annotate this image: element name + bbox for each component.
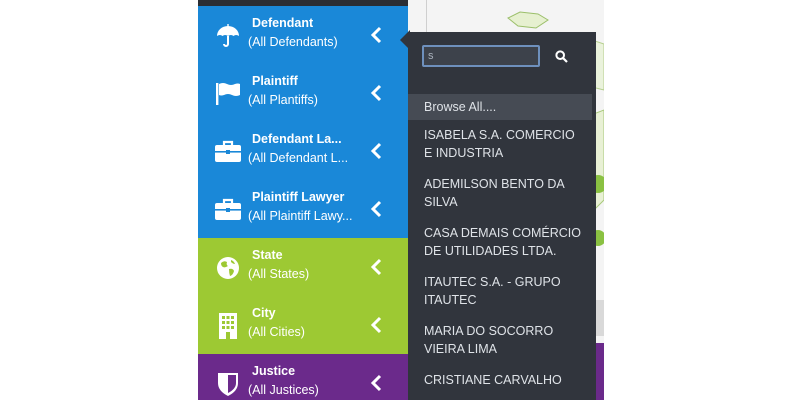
filter-justice-label: Justice [252, 364, 296, 378]
browse-all-item[interactable]: Browse All.... [408, 94, 592, 120]
filter-plaintiff[interactable]: Plaintiff (All Plantiffs) [198, 64, 408, 122]
filter-sidebar: Defendant (All Defendants) Plaintiff (Al… [198, 0, 408, 400]
filter-justice[interactable]: Justice (All Justices) [198, 354, 408, 400]
chevron-left-icon[interactable] [368, 257, 384, 277]
defendant-dropdown: Browse All.... ISABELA S.A. COMERCIO E I… [408, 32, 596, 400]
filter-justice-value: (All Justices) [248, 383, 319, 397]
filter-defendant-lawyer-value: (All Defendant L... [248, 151, 349, 165]
filter-defendant[interactable]: Defendant (All Defendants) [198, 6, 408, 64]
list-item[interactable]: ADEMILSON BENTO DA SILVA [408, 169, 592, 218]
dropdown-list: Browse All.... ISABELA S.A. COMERCIO E I… [408, 94, 592, 400]
chevron-left-icon[interactable] [368, 373, 384, 393]
filter-plaintiff-lawyer[interactable]: Plaintiff Lawyer (All Plaintiff Lawy... [198, 180, 408, 238]
filter-city-value: (All Cities) [248, 325, 305, 339]
chevron-left-icon[interactable] [368, 199, 384, 219]
list-item[interactable]: MARIA DO SOCORRO VIEIRA LIMA [408, 316, 592, 365]
list-item[interactable]: ISABELA S.A. COMERCIO E INDUSTRIA [408, 120, 592, 169]
flag-icon [214, 81, 242, 107]
filter-defendant-label: Defendant [252, 16, 314, 30]
filter-plaintiff-label: Plaintiff [252, 74, 298, 88]
umbrella-icon [214, 23, 242, 49]
search-icon [554, 49, 568, 63]
briefcase-icon [214, 139, 242, 165]
chevron-left-icon[interactable] [368, 83, 384, 103]
chevron-left-icon[interactable] [368, 25, 384, 45]
filter-state-value: (All States) [248, 267, 310, 281]
briefcase-icon [214, 197, 242, 223]
filter-state-label: State [252, 248, 283, 262]
filter-plaintiff-lawyer-value: (All Plaintiff Lawy... [248, 209, 353, 223]
building-icon [214, 313, 242, 339]
filter-defendant-value: (All Defendants) [248, 35, 338, 49]
filter-plaintiff-lawyer-label: Plaintiff Lawyer [252, 190, 345, 204]
filter-city[interactable]: City (All Cities) [198, 296, 408, 354]
filter-plaintiff-value: (All Plantiffs) [248, 93, 318, 107]
search-input[interactable] [422, 45, 540, 67]
list-item[interactable]: CRISTIANE CARVALHO [408, 365, 592, 400]
shield-icon [214, 371, 242, 397]
filter-city-label: City [252, 306, 276, 320]
filter-defendant-lawyer[interactable]: Defendant La... (All Defendant L... [198, 122, 408, 180]
filter-state[interactable]: State (All States) [198, 238, 408, 296]
app-stage: re Defendant (All Defendants) Plaintiff … [0, 0, 800, 400]
chevron-left-icon[interactable] [368, 315, 384, 335]
globe-icon [214, 255, 242, 281]
search-button[interactable] [542, 45, 580, 67]
chevron-left-icon[interactable] [368, 141, 384, 161]
list-item[interactable]: ITAUTEC S.A. - GRUPO ITAUTEC [408, 267, 592, 316]
list-item[interactable]: CASA DEMAIS COMÉRCIO DE UTILIDADES LTDA. [408, 218, 592, 267]
filter-defendant-lawyer-label: Defendant La... [252, 132, 342, 146]
